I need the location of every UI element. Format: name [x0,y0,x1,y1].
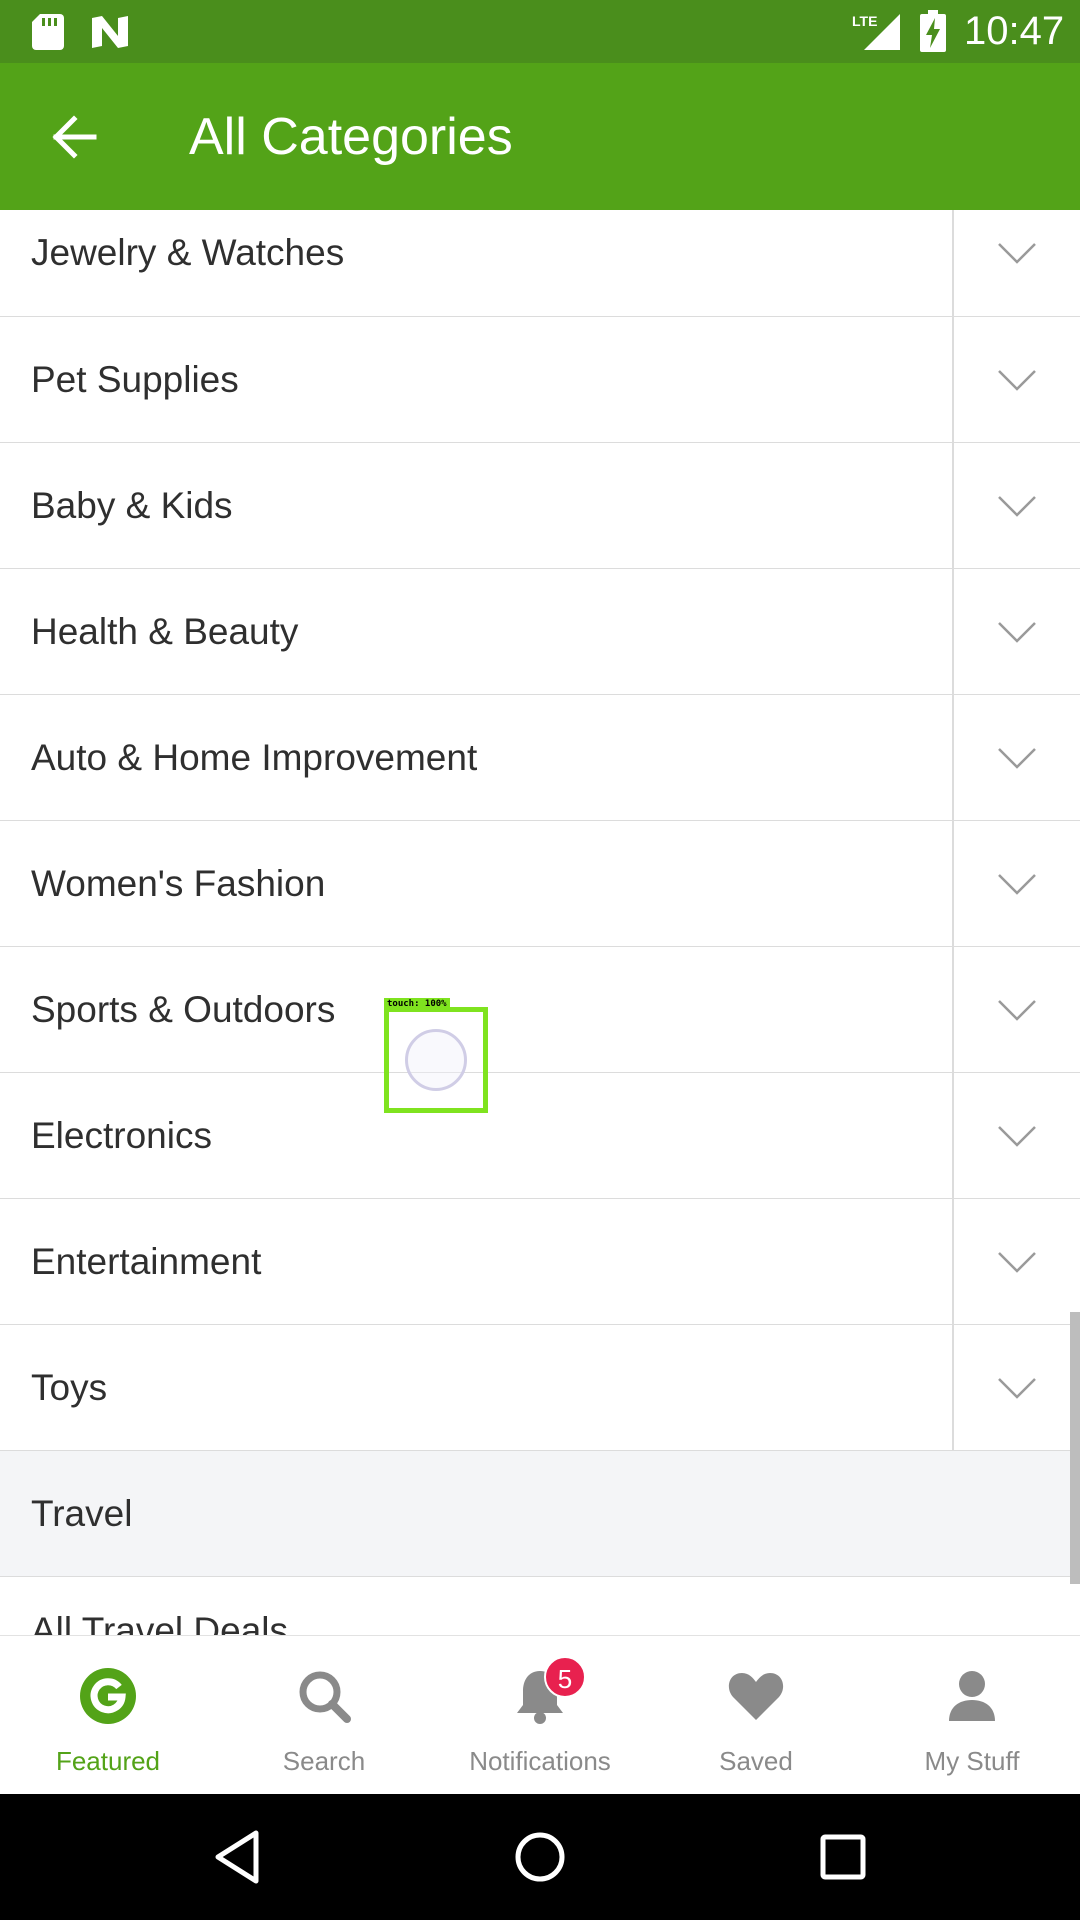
section-header-travel: Travel [0,1451,1080,1577]
heart-icon [726,1666,786,1726]
expand-button[interactable] [953,947,1080,1073]
chevron-down-icon [997,874,1036,895]
category-label: Entertainment [31,1241,262,1282]
chevron-down-icon [997,496,1036,517]
notification-badge: 5 [544,1656,586,1698]
category-row-baby-kids[interactable]: Baby & Kids [0,443,1080,569]
system-back-button[interactable] [204,1824,270,1890]
page-title: All Categories [189,108,513,166]
chevron-down-icon [997,1252,1036,1273]
nav-saved[interactable]: Saved [648,1636,864,1795]
person-icon [942,1666,1002,1726]
square-recents-icon [820,1834,866,1880]
back-button[interactable] [36,99,112,175]
expand-button[interactable] [953,443,1080,569]
nav-my-stuff[interactable]: My Stuff [864,1636,1080,1795]
expand-button[interactable] [953,695,1080,821]
system-navigation-bar [0,1794,1080,1920]
category-row-pet-supplies[interactable]: Pet Supplies [0,317,1080,443]
chevron-down-icon [997,1000,1036,1021]
nav-label: Featured [55,1746,161,1776]
system-recents-button[interactable] [810,1824,876,1890]
chevron-down-icon [997,243,1036,264]
triangle-back-icon [215,1830,259,1884]
touch-indicator-circle [405,1029,467,1091]
expand-button[interactable] [953,569,1080,695]
expand-button[interactable] [953,821,1080,947]
sd-card-icon [32,14,64,50]
expand-button[interactable] [953,317,1080,443]
status-bar: LTE 10:47 [0,0,1080,63]
chevron-down-icon [997,370,1036,391]
expand-button[interactable] [953,210,1080,296]
chevron-down-icon [997,1378,1036,1399]
category-list[interactable]: Jewelry & Watches Pet Supplies Baby & Ki… [0,210,1080,1635]
groupon-g-icon [78,1666,138,1726]
category-label: Women's Fashion [31,863,326,904]
battery-charging-icon [920,10,946,52]
expand-button[interactable] [953,1325,1080,1451]
category-label: Auto & Home Improvement [31,737,478,778]
nav-label: My Stuff [924,1746,1020,1776]
section-title: Travel [31,1493,133,1534]
n-notification-icon [92,16,128,48]
scrollbar[interactable] [1070,1312,1080,1584]
chevron-down-icon [997,1126,1036,1147]
expand-button[interactable] [953,1073,1080,1199]
svg-text:LTE: LTE [852,13,877,29]
category-row-entertainment[interactable]: Entertainment [0,1199,1080,1325]
category-row-womens-fashion[interactable]: Women's Fashion [0,821,1080,947]
category-label: Sports & Outdoors [31,989,336,1030]
category-row-auto-home[interactable]: Auto & Home Improvement [0,695,1080,821]
category-label: Electronics [31,1115,212,1156]
search-icon [294,1666,354,1726]
bottom-navigation: Featured Search Notifications 5 Saved My… [0,1635,1080,1794]
category-row-jewelry-watches[interactable]: Jewelry & Watches [0,210,1080,317]
category-row-toys[interactable]: Toys [0,1325,1080,1451]
category-label: Baby & Kids [31,485,233,526]
circle-home-icon [515,1832,565,1882]
category-row-health-beauty[interactable]: Health & Beauty [0,569,1080,695]
nav-label: Search [282,1746,366,1776]
nav-featured[interactable]: Featured [0,1636,216,1795]
nav-notifications[interactable]: Notifications [432,1636,648,1795]
category-label: All Travel Deals [31,1610,289,1635]
category-row-electronics[interactable]: Electronics [0,1073,1080,1199]
system-home-button[interactable] [507,1824,573,1890]
nav-label: Saved [719,1746,793,1776]
category-label: Jewelry & Watches [31,232,345,273]
lte-signal-icon: LTE [852,13,900,50]
list-item-all-travel-deals[interactable]: All Travel Deals [0,1577,1080,1635]
category-row-sports-outdoors[interactable]: Sports & Outdoors [0,947,1080,1073]
arrow-left-icon [52,115,97,159]
status-time: 10:47 [964,9,1065,53]
category-label: Pet Supplies [31,359,239,400]
nav-label: Notifications [469,1746,611,1776]
category-label: Toys [31,1367,108,1408]
chevron-down-icon [997,748,1036,769]
category-label: Health & Beauty [31,611,299,652]
app-bar: All Categories [0,63,1080,210]
chevron-down-icon [997,622,1036,643]
nav-search[interactable]: Search [216,1636,432,1795]
expand-button[interactable] [953,1199,1080,1325]
